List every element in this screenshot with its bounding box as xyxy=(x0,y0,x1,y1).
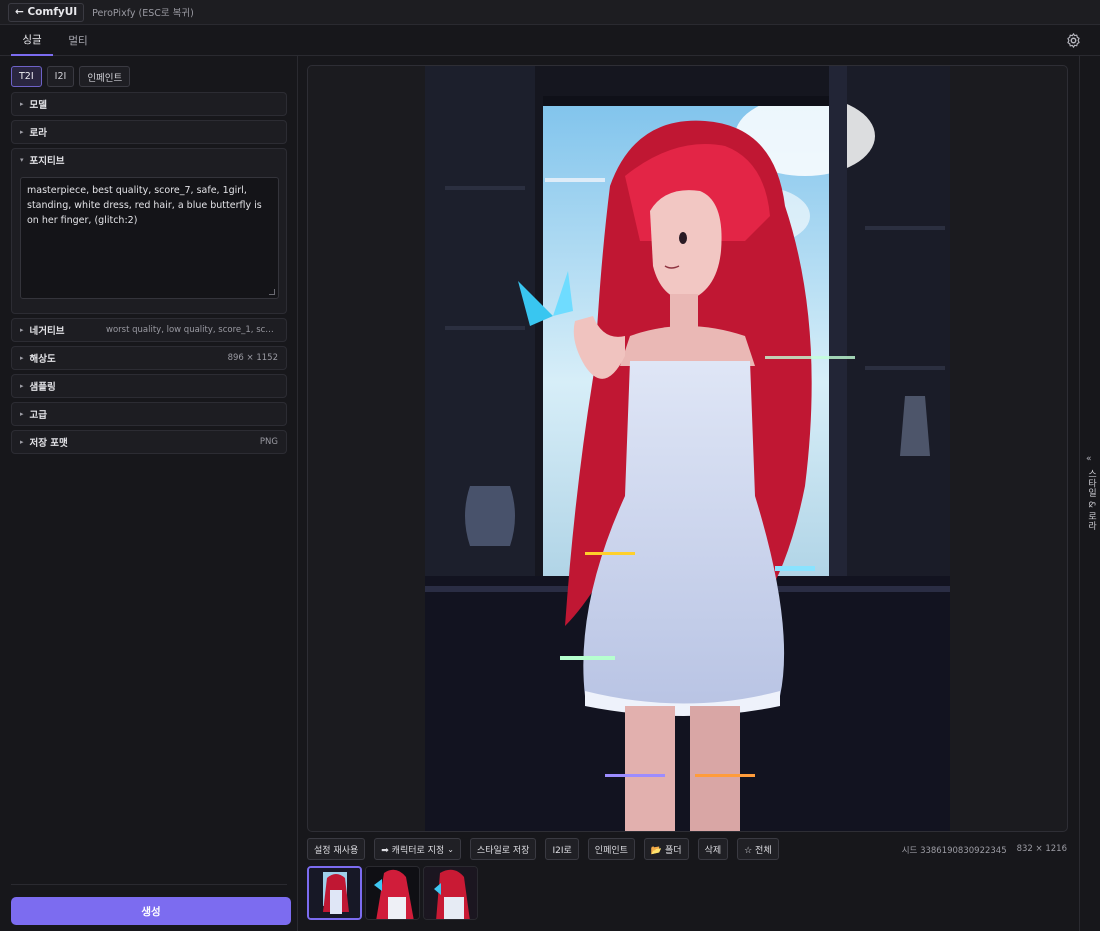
positive-prompt-text: masterpiece, best quality, score_7, safe… xyxy=(27,185,262,226)
view-all-button[interactable]: ☆ 전체 xyxy=(737,838,779,860)
thumbnail[interactable] xyxy=(365,866,420,920)
character-select-label: ➡ 캐릭터로 지정 xyxy=(381,845,445,856)
thumbnail-strip xyxy=(307,866,478,920)
mode-i2i-button[interactable]: I2I xyxy=(46,66,75,87)
delete-button[interactable]: 삭제 xyxy=(697,838,729,860)
reuse-settings-button[interactable]: 설정 재사용 xyxy=(307,838,366,860)
divider xyxy=(11,884,287,885)
chevron-down-icon: ▾ xyxy=(20,156,24,164)
section-label: 네거티브 xyxy=(29,326,65,337)
send-to-i2i-button[interactable]: I2I로 xyxy=(545,838,579,860)
mode-selector: T2I I2I 인페인트 xyxy=(11,66,131,87)
chevron-right-icon: ▸ xyxy=(20,326,24,334)
section-positive-header[interactable]: ▾ 포지티브 xyxy=(12,149,286,171)
back-to-comfyui-button[interactable]: ← ComfyUI xyxy=(8,2,85,22)
chevron-right-icon: ▸ xyxy=(20,354,24,362)
save-format-summary: PNG xyxy=(259,437,278,447)
tab-multi[interactable]: 멀티 xyxy=(58,25,98,56)
chevron-right-icon: ▸ xyxy=(20,128,24,136)
app-subtitle: PeroPixfy (ESC로 복귀) xyxy=(92,8,194,19)
chevron-right-icon: ▸ xyxy=(20,410,24,418)
save-as-style-button[interactable]: 스타일로 저장 xyxy=(469,838,537,860)
section-label: 저장 포맷 xyxy=(29,438,68,449)
section-label: 포지티브 xyxy=(29,156,65,167)
chevron-right-icon: ▸ xyxy=(20,438,24,446)
section-label: 샘플링 xyxy=(29,382,56,393)
top-bar: ← ComfyUI PeroPixfy (ESC로 복귀) xyxy=(0,0,1100,25)
generated-image[interactable] xyxy=(425,66,950,831)
style-lora-panel-label: 스타일 & 로라 xyxy=(1086,469,1096,531)
section-advanced[interactable]: ▸ 고급 xyxy=(11,402,287,426)
gear-icon[interactable] xyxy=(1065,32,1082,49)
section-label: 모델 xyxy=(29,100,47,111)
style-lora-panel-toggle[interactable]: « 스타일 & 로라 xyxy=(1079,56,1100,931)
tab-single[interactable]: 싱글 xyxy=(11,25,53,56)
mode-t2i-button[interactable]: T2I xyxy=(11,66,42,87)
tab-bar: 싱글 멀티 xyxy=(0,25,1100,56)
positive-prompt-input[interactable]: masterpiece, best quality, score_7, safe… xyxy=(20,177,279,299)
section-resolution[interactable]: ▸ 해상도 896 × 1152 xyxy=(11,346,287,370)
chevron-right-icon: ▸ xyxy=(20,100,24,108)
mode-inpaint-button[interactable]: 인페인트 xyxy=(79,66,131,87)
seed-value: 시드 3386190830922345 xyxy=(901,846,1007,856)
section-positive: ▾ 포지티브 masterpiece, best quality, score_7… xyxy=(11,148,287,314)
expand-left-icon: « xyxy=(1086,454,1092,464)
open-folder-button[interactable]: 📂 폴더 xyxy=(643,838,689,860)
section-label: 고급 xyxy=(29,410,47,421)
thumbnail[interactable] xyxy=(423,866,478,920)
generate-button[interactable]: 생성 xyxy=(11,897,291,925)
section-negative[interactable]: ▸ 네거티브 worst quality, low quality, score_1… xyxy=(11,318,287,342)
thumbnail[interactable] xyxy=(307,866,362,920)
negative-summary: worst quality, low quality, score_1, sco… xyxy=(106,325,278,335)
chevron-right-icon: ▸ xyxy=(20,382,24,390)
image-action-bar: 설정 재사용 ➡ 캐릭터로 지정 ⌄ 스타일로 저장 I2I로 인페인트 📂 폴… xyxy=(307,838,779,860)
send-to-inpaint-button[interactable]: 인페인트 xyxy=(587,838,635,860)
image-size: 832 × 1216 xyxy=(1016,844,1067,854)
image-metadata: 시드 3386190830922345 832 × 1216 xyxy=(902,844,1067,856)
resize-handle[interactable] xyxy=(269,289,275,295)
section-lora[interactable]: ▸ 로라 xyxy=(11,120,287,144)
section-save-format[interactable]: ▸ 저장 포맷 PNG xyxy=(11,430,287,454)
left-panel: T2I I2I 인페인트 ▸ 모델 ▸ 로라 ▾ 포지티브 masterpiece, … xyxy=(0,56,298,931)
chevron-down-icon: ⌄ xyxy=(447,844,454,854)
section-label: 로라 xyxy=(29,128,47,139)
character-select-dropdown[interactable]: ➡ 캐릭터로 지정 ⌄ xyxy=(374,838,461,860)
resolution-summary: 896 × 1152 xyxy=(227,353,278,363)
section-label: 해상도 xyxy=(29,354,56,365)
section-model[interactable]: ▸ 모델 xyxy=(11,92,287,116)
section-sampling[interactable]: ▸ 샘플링 xyxy=(11,374,287,398)
